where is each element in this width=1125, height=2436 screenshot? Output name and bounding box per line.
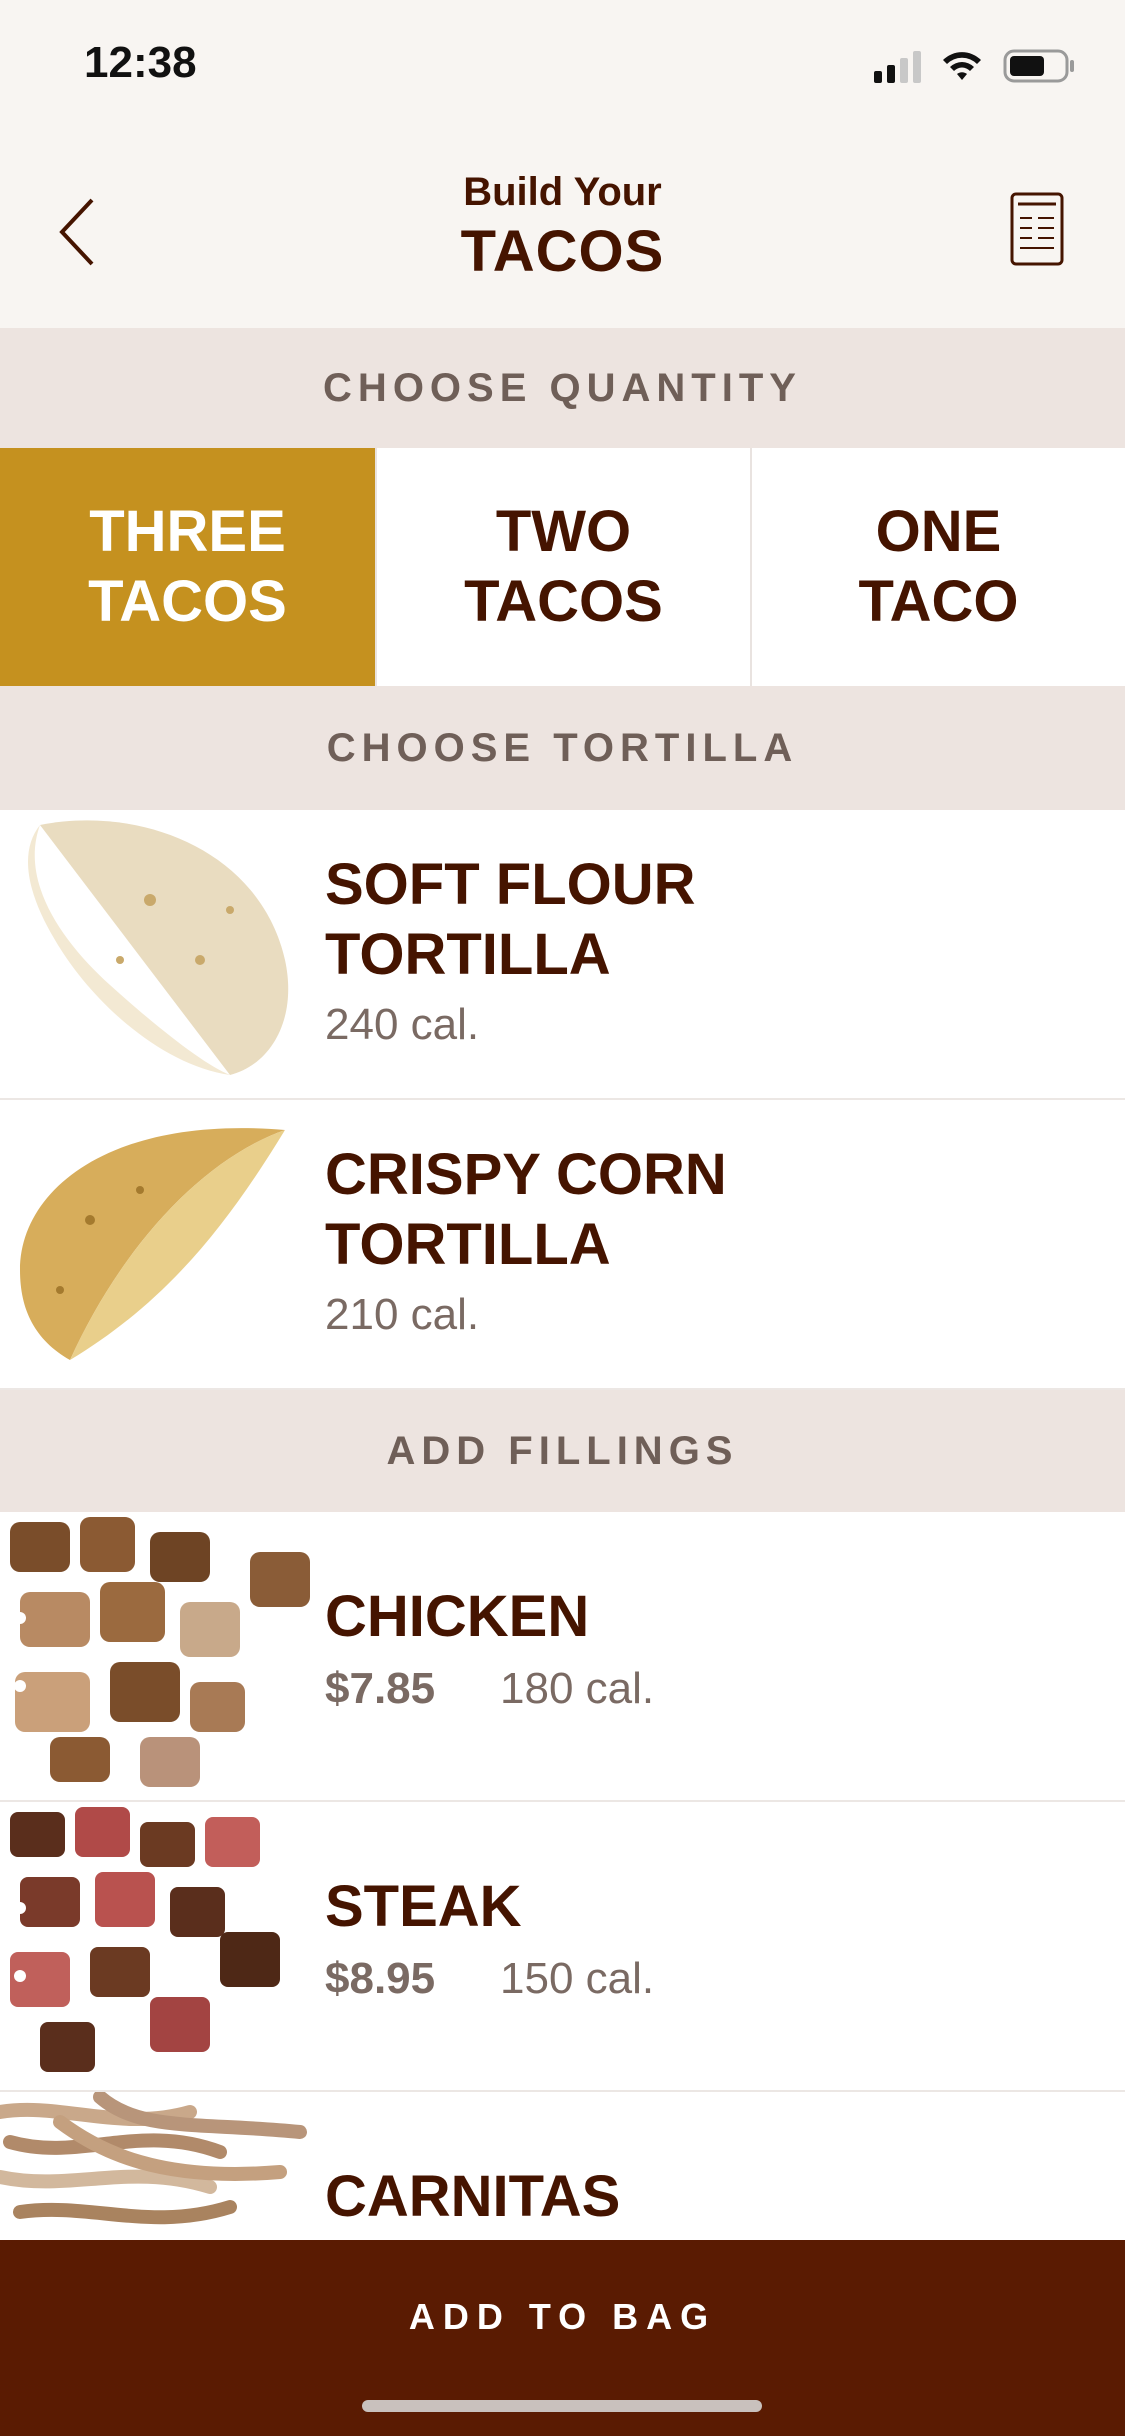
carnitas-image (0, 2092, 320, 2240)
tortilla-option-soft-flour[interactable]: SOFT FLOUR TORTILLA 240 cal. (0, 810, 1125, 1100)
section-add-fillings: ADD FILLINGS (0, 1390, 1125, 1512)
quantity-option-line1: TWO (495, 499, 632, 564)
status-time: 12:38 (84, 38, 197, 87)
filling-name: CARNITAS (325, 2164, 621, 2229)
wifi-icon (941, 50, 983, 82)
status-bar: 12:38 (0, 0, 1125, 140)
section-choose-tortilla: CHOOSE TORTILLA (0, 686, 1125, 810)
nav-header: Build Your TACOS (0, 140, 1125, 328)
carousel-dots (14, 1902, 26, 1982)
page-subtitle: Build Your (463, 170, 662, 214)
filling-name: CHICKEN (325, 1584, 590, 1649)
quantity-option-one-taco[interactable]: ONE TACO (750, 448, 1125, 686)
filling-calories: 180 cal. (500, 1664, 655, 1713)
page-title: TACOS (460, 219, 665, 284)
home-indicator[interactable] (362, 2400, 762, 2412)
quantity-option-line2: TACO (858, 569, 1019, 634)
filling-option-carnitas[interactable]: CARNITAS (0, 2092, 1125, 2240)
quantity-option-two-tacos[interactable]: TWO TACOS (375, 448, 750, 686)
filling-price: $8.95 (325, 1954, 436, 2003)
tortilla-calories: 240 cal. (325, 1000, 480, 1049)
quantity-selector: THREE TACOS TWO TACOS ONE TACO (0, 448, 1125, 686)
tortilla-option-crispy-corn[interactable]: CRISPY CORN TORTILLA 210 cal. (0, 1100, 1125, 1390)
cellular-signal-icon (874, 49, 921, 83)
tortilla-name-line1: CRISPY CORN (325, 1142, 727, 1207)
quantity-option-line2: TACOS (464, 569, 663, 634)
filling-calories: 150 cal. (500, 1954, 655, 2003)
document-icon (1010, 192, 1064, 266)
tortilla-name-line2: TORTILLA (325, 922, 611, 987)
carousel-dots (14, 1612, 26, 1692)
quantity-option-line1: THREE (89, 499, 286, 564)
battery-icon (1003, 48, 1075, 84)
crispy-corn-tortilla-image (0, 1100, 320, 1386)
carousel-dots (14, 2192, 26, 2204)
tortilla-calories: 210 cal. (325, 1290, 480, 1339)
tortilla-name-line1: SOFT FLOUR (325, 852, 696, 917)
filling-option-steak[interactable]: STEAK $8.95 150 cal. (0, 1802, 1125, 2092)
quantity-option-line2: TACOS (88, 569, 287, 634)
status-icons (874, 48, 1075, 84)
section-choose-quantity: CHOOSE QUANTITY (0, 328, 1125, 448)
soft-flour-tortilla-image (0, 810, 320, 1096)
filling-option-chicken[interactable]: CHICKEN $7.85 180 cal. (0, 1512, 1125, 1802)
filling-price: $7.85 (325, 1664, 436, 1713)
quantity-option-three-tacos[interactable]: THREE TACOS (0, 448, 375, 686)
nutrition-menu-button[interactable] (1006, 188, 1066, 268)
quantity-option-line1: ONE (875, 499, 1002, 564)
filling-name: STEAK (325, 1874, 522, 1939)
steak-image (0, 1802, 320, 2088)
chicken-image (0, 1512, 320, 1798)
add-to-bag-label: ADD TO BAG (408, 2296, 717, 2337)
tortilla-name-line2: TORTILLA (325, 1212, 611, 1277)
